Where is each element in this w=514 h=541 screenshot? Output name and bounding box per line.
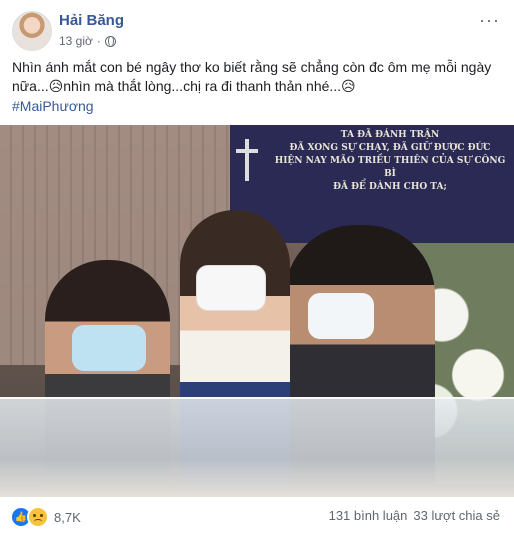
more-options-button[interactable]: ··· (479, 10, 500, 31)
comments-count-link[interactable]: 131 bình luận (329, 508, 408, 523)
reaction-count: 8,7K (54, 509, 81, 525)
engagement-stats: 131 bình luận 33 lượt chia sẻ (329, 508, 500, 523)
author-avatar[interactable] (12, 11, 52, 51)
post-time[interactable]: 13 giờ (59, 34, 93, 48)
author-name[interactable]: Hải Băng (59, 12, 124, 29)
post-header: Hải Băng 13 giờ · ··· (0, 0, 514, 56)
globe-icon[interactable] (104, 35, 116, 47)
hashtag-link[interactable]: #MaiPhương (12, 97, 94, 116)
cross-icon (236, 139, 258, 181)
banner-line: ĐÃ XONG SỰ CHẠY, ĐÃ GIỮ ĐƯỢC ĐỨC (289, 143, 491, 153)
post-text: Nhìn ánh mắt con bé ngây thơ ko biết rằn… (12, 58, 504, 116)
post-meta: 13 giờ · (59, 34, 116, 48)
reactions-summary[interactable]: 👍 8,7K (10, 506, 81, 528)
photo-coffin (0, 397, 514, 497)
facebook-post: Hải Băng 13 giờ · ··· Nhìn ánh mắt con b… (0, 0, 514, 541)
post-text-line-2: nữa...😥nhìn mà thắt lòng...chị ra đi tha… (12, 78, 356, 94)
face-mask-child (196, 265, 266, 311)
face-mask-woman (72, 325, 146, 371)
face-mask-man (308, 293, 374, 339)
banner-line: HIỆN NAY MÃO TRIỀU THIÊN CỦA SỰ CÔNG BÌ (274, 156, 506, 179)
banner-line: TA ĐÃ ĐÁNH TRẬN (340, 130, 440, 140)
post-footer: 👍 8,7K 131 bình luận 33 lượt chia sẻ (0, 497, 514, 541)
shares-count-link[interactable]: 33 lượt chia sẻ (413, 508, 500, 523)
separator-dot: · (96, 34, 101, 48)
post-photo[interactable]: TA ĐÃ ĐÁNH TRẬN ĐÃ XONG SỰ CHẠY, ĐÃ GIỮ … (0, 125, 514, 497)
post-text-line-1: Nhìn ánh mắt con bé ngây thơ ko biết rằn… (12, 59, 492, 75)
banner-line: ĐÃ ĐỂ DÀNH CHO TA; (333, 182, 447, 192)
banner-text: TA ĐÃ ĐÁNH TRẬN ĐÃ XONG SỰ CHẠY, ĐÃ GIỮ … (270, 129, 510, 194)
sad-icon (27, 506, 49, 528)
